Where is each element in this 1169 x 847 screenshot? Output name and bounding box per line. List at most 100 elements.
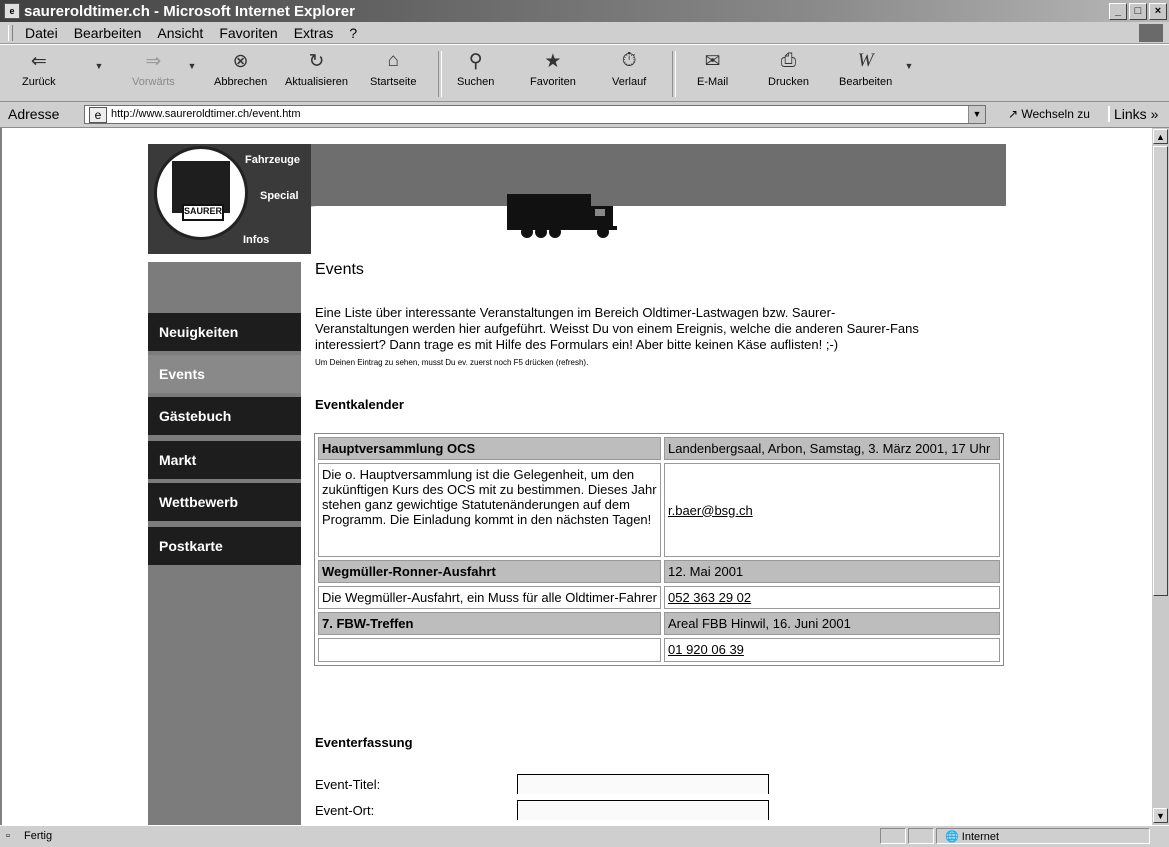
favorites-button[interactable]: ★ Favoriten	[530, 49, 576, 89]
internet-zone: 🌐 Internet	[945, 831, 1000, 843]
table-row: 01 920 06 39	[318, 638, 1000, 662]
close-button[interactable]: ×	[1149, 3, 1167, 20]
table-row: Die o. Hauptversammlung ist die Gelegenh…	[318, 463, 1000, 557]
chevron-down-icon: ▼	[187, 61, 197, 71]
header-band	[311, 144, 1006, 206]
menu-grip	[8, 24, 13, 41]
forward-arrow-icon: ⇒	[145, 50, 162, 72]
refresh-button[interactable]: ↻ Aktualisieren	[285, 49, 348, 89]
sidebar-item-markt[interactable]: Markt	[148, 441, 301, 479]
history-icon: ⏱	[621, 50, 637, 71]
search-button[interactable]: ⚲ Suchen	[457, 49, 495, 89]
menu-bearbeiten[interactable]: Bearbeiten	[74, 25, 142, 41]
minimize-button[interactable]: _	[1109, 3, 1127, 20]
tab-infos[interactable]: Infos	[243, 234, 269, 246]
calendar-heading: Eventkalender	[315, 397, 404, 412]
table-row: 7. FBW-Treffen Areal FBB Hinwil, 16. Jun…	[318, 612, 1000, 635]
address-label: Adresse	[8, 106, 60, 122]
event-info: Areal FBB Hinwil, 16. Juni 2001	[664, 612, 1000, 635]
address-dropdown-button[interactable]: ▼	[968, 106, 985, 123]
ie-app-icon: e	[4, 3, 20, 19]
go-label: Wechseln zu	[1021, 107, 1090, 121]
edit-button[interactable]: W Bearbeiten	[839, 49, 892, 88]
event-title-label: Event-Titel:	[315, 777, 381, 792]
maximize-button[interactable]: □	[1129, 3, 1147, 20]
zone-label: Internet	[961, 831, 1000, 843]
history-button[interactable]: ⏱ Verlauf	[612, 49, 646, 88]
mail-button[interactable]: ✉ E-Mail	[697, 49, 728, 89]
sidebar-item-postkarte[interactable]: Postkarte	[148, 527, 301, 565]
windows-flag-icon	[1139, 24, 1163, 42]
scroll-down-button[interactable]: ▼	[1153, 808, 1168, 823]
event-description	[318, 638, 661, 662]
logo-plate: SAURER	[182, 204, 224, 221]
back-arrow-icon: ⇐	[30, 50, 47, 72]
history-label: Verlauf	[612, 76, 647, 88]
title-bar: e saureroldtimer.ch - Microsoft Internet…	[0, 0, 1169, 22]
sidebar-item-neuigkeiten[interactable]: Neuigkeiten	[148, 313, 301, 351]
intro-line-3: interessiert? Dann trage es mit Hilfe de…	[315, 337, 839, 352]
menu-help[interactable]: ?	[349, 25, 357, 41]
favorites-folder-icon: ★	[544, 50, 562, 72]
events-table: Hauptversammlung OCS Landenbergsaal, Arb…	[314, 433, 1004, 666]
home-icon: ⌂	[387, 50, 399, 71]
truck-icon	[507, 194, 617, 238]
chevron-down-icon: ▼	[904, 61, 914, 71]
menu-extras[interactable]: Extras	[294, 25, 334, 41]
toolbar: ⇐ Zurück ▼ ⇒ Vorwärts ▼ ⊗ Abbrechen ↻ Ak…	[0, 44, 1169, 102]
contact-link[interactable]: 052 363 29 02	[668, 590, 751, 605]
stop-button[interactable]: ⊗ Abbrechen	[214, 49, 267, 89]
back-button[interactable]: ⇐ Zurück	[22, 49, 56, 89]
refresh-label: Aktualisieren	[285, 76, 348, 88]
menu-ansicht[interactable]: Ansicht	[157, 25, 203, 41]
form-heading: Eventerfassung	[315, 735, 413, 750]
header-curve	[277, 206, 1006, 246]
tab-special[interactable]: Special	[260, 190, 299, 202]
event-name: Wegmüller-Ronner-Ausfahrt	[318, 560, 661, 583]
favorites-label: Favoriten	[530, 76, 576, 88]
event-contact: 052 363 29 02	[664, 586, 1000, 609]
page-title: Events	[315, 261, 364, 278]
forward-button[interactable]: ⇒ Vorwärts	[132, 49, 175, 89]
refresh-icon: ↻	[308, 50, 325, 72]
contact-link[interactable]: r.baer@bsg.ch	[668, 503, 753, 518]
links-label: Links	[1114, 106, 1147, 122]
menu-favoriten[interactable]: Favoriten	[219, 25, 277, 41]
contact-link[interactable]: 01 920 06 39	[668, 642, 744, 657]
sidebar-item-gaestebuch[interactable]: Gästebuch	[148, 397, 301, 435]
stop-icon: ⊗	[232, 50, 249, 72]
intro-line-1: Eine Liste über interessante Veranstaltu…	[315, 305, 836, 320]
sidebar-item-events[interactable]: Events	[148, 355, 301, 393]
refresh-note: Um Deinen Eintrag zu sehen, musst Du ev.…	[315, 358, 589, 367]
address-bar: Adresse e http://www.saureroldtimer.ch/e…	[0, 102, 1169, 128]
sidebar-item-wettbewerb[interactable]: Wettbewerb	[148, 483, 301, 521]
scroll-up-button[interactable]: ▲	[1153, 129, 1168, 144]
saurer-logo[interactable]: SAURER	[154, 146, 248, 240]
intro-line-2: Veranstaltungen werden hier aufgeführt. …	[315, 321, 919, 336]
print-button[interactable]: ⎙ Drucken	[768, 49, 809, 88]
vertical-scrollbar[interactable]: ▲ ▼	[1152, 128, 1169, 825]
event-name: Hauptversammlung OCS	[318, 437, 661, 460]
chevron-down-icon: ▼	[94, 61, 104, 71]
event-title-input[interactable]	[517, 774, 769, 794]
event-info: 12. Mai 2001	[664, 560, 1000, 583]
event-location-input[interactable]	[517, 800, 769, 820]
go-button[interactable]: ↗ Wechseln zu	[1008, 107, 1090, 121]
table-row: Die Wegmüller-Ausfahrt, ein Muss für all…	[318, 586, 1000, 609]
status-text: Fertig	[24, 830, 53, 842]
event-contact: r.baer@bsg.ch	[664, 463, 1000, 557]
address-input[interactable]: e http://www.saureroldtimer.ch/event.htm…	[84, 105, 986, 124]
print-label: Drucken	[768, 76, 809, 88]
status-bar: ▫ Fertig 🌐 Internet	[0, 825, 1169, 847]
home-button[interactable]: ⌂ Startseite	[370, 49, 416, 88]
toolbar-separator	[438, 51, 442, 97]
event-description: Die o. Hauptversammlung ist die Gelegenh…	[318, 463, 661, 557]
back-label: Zurück	[22, 76, 56, 88]
word-edit-icon: W	[857, 50, 874, 71]
tab-fahrzeuge[interactable]: Fahrzeuge	[245, 154, 300, 166]
address-url: http://www.saureroldtimer.ch/event.htm	[111, 108, 301, 120]
links-button[interactable]: Links »	[1108, 106, 1158, 122]
menu-datei[interactable]: Datei	[25, 25, 58, 41]
search-label: Suchen	[457, 76, 495, 88]
scroll-thumb[interactable]	[1153, 146, 1168, 596]
